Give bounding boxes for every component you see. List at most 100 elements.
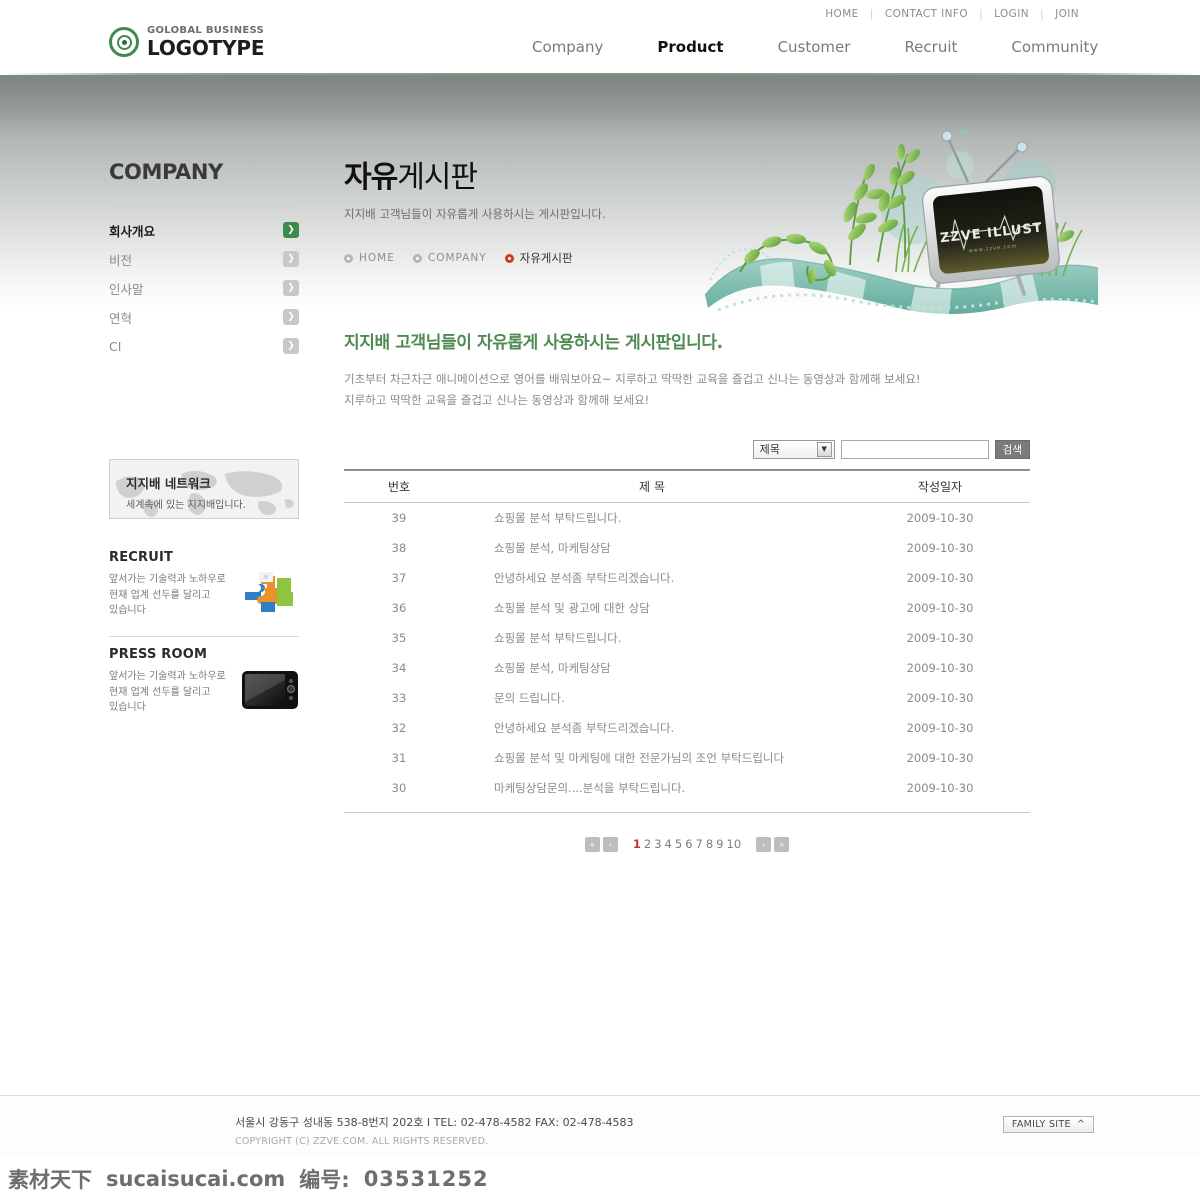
- footer-text: 서울시 강동구 성내동 538-8번지 202호 I TEL: 02-478-4…: [235, 1114, 634, 1147]
- promo-divider: [109, 636, 299, 637]
- breadcrumb-item-home[interactable]: HOME: [344, 252, 395, 264]
- table-row[interactable]: 35 쇼핑몰 분석 부탁드립니다. 2009-10-30: [344, 623, 1030, 653]
- pagination-page-10[interactable]: 10: [727, 837, 742, 851]
- sidebar-title: COMPANY: [109, 160, 223, 184]
- pagination-first-button[interactable]: «: [584, 836, 600, 852]
- content-lead: 기초부터 차근차근 애니메이션으로 영어를 배워보아요~ 지루하고 딱딱한 교육…: [344, 369, 1030, 412]
- row-title[interactable]: 쇼핑몰 분석 및 마케팅에 대한 전문가님의 조언 부탁드립니다: [454, 750, 850, 766]
- table-row[interactable]: 31 쇼핑몰 분석 및 마케팅에 대한 전문가님의 조언 부탁드립니다 2009…: [344, 743, 1030, 773]
- sidebar-divider: [109, 202, 299, 203]
- breadcrumb: HOME COMPANY 자유게시판: [344, 250, 1030, 266]
- bullet-icon: [344, 253, 353, 263]
- utility-nav-item-login[interactable]: LOGIN: [983, 8, 1040, 20]
- table-row[interactable]: 33 문의 드립니다. 2009-10-30: [344, 683, 1030, 713]
- row-no: 31: [391, 750, 407, 765]
- logo-wordmark: LOGOTYPE: [147, 36, 265, 60]
- chevron-down-icon[interactable]: ▼: [816, 441, 832, 457]
- utility-nav-item-contact-info[interactable]: CONTACT INFO: [874, 8, 979, 20]
- pagination-page-9[interactable]: 9: [716, 837, 723, 851]
- puzzle-icon: [241, 568, 299, 616]
- row-title[interactable]: 쇼핑몰 분석 및 광고에 대한 상담: [454, 600, 850, 616]
- pagination-prev-button[interactable]: ‹: [602, 836, 618, 852]
- target-circle-logo-icon: [109, 27, 139, 57]
- row-date: 2009-10-30: [906, 690, 974, 705]
- chevron-right-icon: ❯: [283, 338, 299, 354]
- row-title[interactable]: 쇼핑몰 분석, 마케팅상담: [454, 660, 850, 676]
- sidebar-item-vision[interactable]: 비전 ❯: [109, 245, 299, 273]
- pagination: « ‹ 1 2 3 4 5 6 7 8 9 10 › »: [344, 836, 1030, 852]
- row-title[interactable]: 안녕하세요 분석좀 부탁드리겠습니다.: [454, 720, 850, 736]
- pagination-next-button[interactable]: ›: [756, 836, 772, 852]
- row-title[interactable]: 문의 드립니다.: [454, 690, 850, 706]
- footer-address: 서울시 강동구 성내동 538-8번지 202호 I TEL: 02-478-4…: [235, 1116, 634, 1129]
- table-header-date: 작성일자: [917, 479, 963, 494]
- pagination-page-4[interactable]: 4: [665, 837, 672, 851]
- nav-item-community[interactable]: Community: [984, 38, 1125, 56]
- breadcrumb-label: 자유게시판: [519, 251, 573, 265]
- table-row[interactable]: 38 쇼핑몰 분석, 마케팅상담 2009-10-30: [344, 533, 1030, 563]
- nav-item-company[interactable]: Company: [505, 38, 630, 56]
- table-row[interactable]: 39 쇼핑몰 분석 부탁드립니다. 2009-10-30: [344, 503, 1030, 533]
- network-banner[interactable]: 지지배 네트워크 세계속에 있는 지지배입니다.: [109, 459, 299, 519]
- nav-item-customer[interactable]: Customer: [751, 38, 878, 56]
- breadcrumb-label: COMPANY: [427, 252, 487, 264]
- pagination-page-3[interactable]: 3: [654, 837, 661, 851]
- table-row[interactable]: 32 안녕하세요 분석좀 부탁드리겠습니다. 2009-10-30: [344, 713, 1030, 743]
- search-input[interactable]: [840, 439, 989, 459]
- table-row[interactable]: 34 쇼핑몰 분석, 마케팅상담 2009-10-30: [344, 653, 1030, 683]
- content-lead-line-2: 지루하고 딱딱한 교육을 즐겁고 신나는 동영상과 함께해 보세요!: [344, 393, 650, 408]
- table-row[interactable]: 30 마케팅상담문의....분석을 부탁드립니다. 2009-10-30: [344, 773, 1030, 803]
- watermark-id-label: 编号:: [299, 1168, 350, 1192]
- nav-item-recruit[interactable]: Recruit: [877, 38, 984, 56]
- chevron-right-icon: ❯: [283, 251, 299, 267]
- chevron-up-icon: ^: [1076, 1119, 1086, 1130]
- table-bottom-divider: [344, 811, 1030, 813]
- row-date: 2009-10-30: [906, 570, 974, 585]
- breadcrumb-label: HOME: [359, 252, 395, 264]
- family-site-button[interactable]: FAMILY SITE ^: [1003, 1116, 1094, 1133]
- pagination-page-6[interactable]: 6: [685, 837, 692, 851]
- sidebar-item-history[interactable]: 연혁 ❯: [109, 303, 299, 331]
- table-header-no: 번호: [387, 479, 411, 494]
- promo-text: 앞서가는 기술력과 노하우로 현재 업계 선두를 달리고 있습니다: [109, 572, 227, 619]
- table-row[interactable]: 36 쇼핑몰 분석 및 광고에 대한 상담 2009-10-30: [344, 593, 1030, 623]
- pagination-page-7[interactable]: 7: [696, 837, 703, 851]
- pagination-page-8[interactable]: 8: [706, 837, 713, 851]
- promo-recruit[interactable]: RECRUIT 앞서가는 기술력과 노하우로 현재 업계 선두를 달리고 있습니…: [109, 550, 299, 619]
- chevron-right-icon: ❯: [283, 280, 299, 296]
- chevron-right-icon: ❯: [283, 309, 299, 325]
- network-banner-title: 지지배 네트워크: [126, 476, 211, 491]
- sidebar-item-ci[interactable]: CI ❯: [109, 332, 299, 360]
- utility-nav-item-join[interactable]: JOIN: [1044, 8, 1090, 20]
- sidebar-item-greeting[interactable]: 인사말 ❯: [109, 274, 299, 302]
- promo-line-2: 현재 업계 선두를 달리고: [109, 686, 211, 698]
- search-field-select[interactable]: 제목 ▼: [752, 439, 835, 459]
- row-title[interactable]: 쇼핑몰 분석 부탁드립니다.: [454, 630, 850, 646]
- utility-nav-item-home[interactable]: HOME: [814, 8, 869, 20]
- row-no: 35: [391, 630, 407, 645]
- row-title[interactable]: 쇼핑몰 분석 부탁드립니다.: [454, 510, 850, 526]
- row-no: 34: [391, 660, 407, 675]
- row-no: 30: [391, 780, 407, 795]
- table-row[interactable]: 37 안녕하세요 분석좀 부탁드리겠습니다. 2009-10-30: [344, 563, 1030, 593]
- pagination-page-2[interactable]: 2: [644, 837, 651, 851]
- sidebar-item-overview[interactable]: 회사개요 ❯: [109, 216, 299, 244]
- row-no: 39: [391, 510, 407, 525]
- row-date: 2009-10-30: [906, 540, 974, 555]
- breadcrumb-item-company[interactable]: COMPANY: [412, 252, 487, 264]
- promo-title: PRESS ROOM: [109, 647, 208, 662]
- promo-press-room[interactable]: PRESS ROOM 앞서가는 기술력과 노하우로 현재 업계 선두를 달리고 …: [109, 647, 299, 716]
- search-field-select-value: 제목: [759, 443, 780, 457]
- pagination-page-5[interactable]: 5: [675, 837, 682, 851]
- pagination-last-button[interactable]: »: [774, 836, 790, 852]
- footer-copyright: COPYRIGHT (C) ZZVE.COM. ALL RIGHTS RESER…: [235, 1136, 489, 1147]
- row-title[interactable]: 쇼핑몰 분석, 마케팅상담: [454, 540, 850, 556]
- search-button[interactable]: 검색: [994, 439, 1030, 459]
- utility-nav: HOME | CONTACT INFO | LOGIN | JOIN: [814, 7, 1090, 20]
- nav-item-product[interactable]: Product: [630, 38, 750, 56]
- site-logo[interactable]: GOLOBAL BUSINESS LOGOTYPE: [109, 26, 264, 58]
- row-title[interactable]: 안녕하세요 분석좀 부탁드리겠습니다.: [454, 570, 850, 586]
- pagination-page-1[interactable]: 1: [633, 837, 641, 851]
- board-table: 번호 제 목 작성일자 39 쇼핑몰 분석 부탁드립니다. 2009-10-30…: [344, 468, 1030, 813]
- row-title[interactable]: 마케팅상담문의....분석을 부탁드립니다.: [454, 780, 850, 796]
